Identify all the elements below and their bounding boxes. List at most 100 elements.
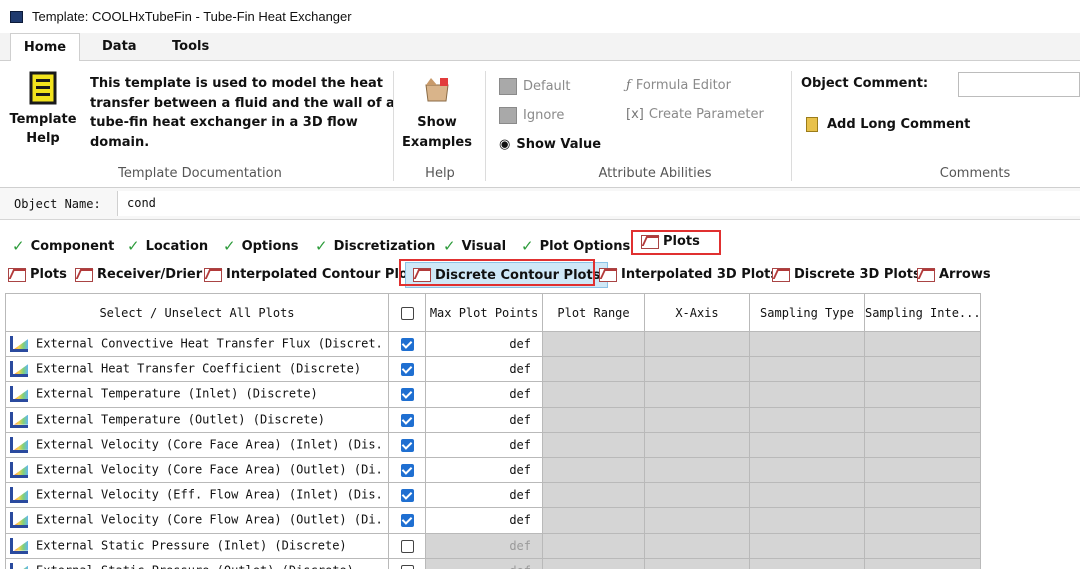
subtab-plots[interactable]: Plots xyxy=(8,267,67,282)
row-checkbox[interactable] xyxy=(400,338,414,352)
tab-component[interactable]: ✓ Component xyxy=(12,237,114,255)
select-cell[interactable] xyxy=(388,557,426,569)
sampling-interval-cell[interactable] xyxy=(864,557,981,569)
ignore-button[interactable]: Ignore xyxy=(499,107,564,124)
x-axis-cell[interactable] xyxy=(644,557,750,569)
tab-discretization[interactable]: ✓ Discretization xyxy=(315,237,435,255)
table-row[interactable]: External Temperature (Outlet) (Discrete)… xyxy=(5,406,981,433)
x-axis-cell[interactable] xyxy=(644,507,750,534)
sampling-type-cell[interactable] xyxy=(749,330,865,358)
table-row[interactable]: External Velocity (Core Flow Area) (Outl… xyxy=(5,507,981,534)
select-cell[interactable] xyxy=(388,381,426,408)
sampling-interval-cell[interactable] xyxy=(864,406,981,433)
template-help-button[interactable]: Template Help xyxy=(8,71,78,161)
plot-range-cell[interactable] xyxy=(542,456,645,484)
sampling-interval-cell[interactable] xyxy=(864,356,981,383)
select-cell[interactable] xyxy=(388,507,426,534)
sampling-type-cell[interactable] xyxy=(749,456,865,484)
max-plot-points-cell[interactable]: def xyxy=(425,557,543,569)
plot-name-cell[interactable]: External Temperature (Outlet) (Discrete) xyxy=(5,406,389,433)
max-plot-points-cell[interactable]: def xyxy=(425,406,543,433)
plot-range-cell[interactable] xyxy=(542,431,645,458)
select-cell[interactable] xyxy=(388,456,426,484)
table-row[interactable]: External Static Pressure (Inlet) (Discre… xyxy=(5,532,981,559)
max-plot-points-cell[interactable]: def xyxy=(425,381,543,408)
tab-tools[interactable]: Tools xyxy=(172,39,209,54)
tab-visual[interactable]: ✓ Visual xyxy=(443,237,506,255)
x-axis-cell[interactable] xyxy=(644,330,750,358)
table-row[interactable]: External Velocity (Eff. Flow Area) (Inle… xyxy=(5,482,981,509)
subtab-arrows[interactable]: Arrows xyxy=(917,267,991,282)
subtab-interpolated-contour-plots[interactable]: Interpolated Contour Plots xyxy=(204,267,422,282)
select-cell[interactable] xyxy=(388,431,426,458)
tab-home[interactable]: Home xyxy=(10,33,80,62)
sampling-type-cell[interactable] xyxy=(749,532,865,559)
x-axis-cell[interactable] xyxy=(644,482,750,509)
plot-range-cell[interactable] xyxy=(542,406,645,433)
plot-name-cell[interactable]: External Velocity (Core Face Area) (Inle… xyxy=(5,431,389,458)
sampling-type-cell[interactable] xyxy=(749,482,865,509)
sampling-type-cell[interactable] xyxy=(749,356,865,383)
subtab-receiver-drier[interactable]: Receiver/Drier xyxy=(75,267,202,282)
tab-location[interactable]: ✓ Location xyxy=(127,237,208,255)
max-plot-points-cell[interactable]: def xyxy=(425,431,543,458)
select-all-checkbox[interactable] xyxy=(400,306,414,320)
sampling-type-cell[interactable] xyxy=(749,431,865,458)
row-checkbox[interactable] xyxy=(400,564,414,569)
plot-name-cell[interactable]: External Static Pressure (Outlet) (Discr… xyxy=(5,557,389,569)
plot-range-cell[interactable] xyxy=(542,507,645,534)
max-plot-points-cell[interactable]: def xyxy=(425,482,543,509)
max-plot-points-cell[interactable]: def xyxy=(425,330,543,358)
sampling-type-cell[interactable] xyxy=(749,507,865,534)
x-axis-cell[interactable] xyxy=(644,532,750,559)
plot-range-cell[interactable] xyxy=(542,532,645,559)
max-plot-points-cell[interactable]: def xyxy=(425,356,543,383)
max-plot-points-cell[interactable]: def xyxy=(425,456,543,484)
x-axis-cell[interactable] xyxy=(644,406,750,433)
plot-name-cell[interactable]: External Static Pressure (Inlet) (Discre… xyxy=(5,532,389,559)
sampling-interval-cell[interactable] xyxy=(864,482,981,509)
subtab-interpolated-3d-plots[interactable]: Interpolated 3D Plots xyxy=(599,267,778,282)
max-plot-points-cell[interactable]: def xyxy=(425,532,543,559)
x-axis-cell[interactable] xyxy=(644,431,750,458)
plot-name-cell[interactable]: External Velocity (Core Face Area) (Outl… xyxy=(5,456,389,484)
table-row[interactable]: External Heat Transfer Coefficient (Disc… xyxy=(5,356,981,383)
x-axis-cell[interactable] xyxy=(644,381,750,408)
select-all-header[interactable]: Select / Unselect All Plots xyxy=(5,293,389,332)
row-checkbox[interactable] xyxy=(400,388,414,402)
row-checkbox[interactable] xyxy=(400,413,414,427)
select-cell[interactable] xyxy=(388,356,426,383)
row-checkbox[interactable] xyxy=(400,438,414,452)
plot-name-cell[interactable]: External Velocity (Eff. Flow Area) (Inle… xyxy=(5,482,389,509)
sampling-interval-cell[interactable] xyxy=(864,507,981,534)
plot-name-cell[interactable]: External Convective Heat Transfer Flux (… xyxy=(5,330,389,358)
tab-plot-options[interactable]: ✓ Plot Options xyxy=(521,237,630,255)
subtab-discrete-3d-plots[interactable]: Discrete 3D Plots xyxy=(772,267,921,282)
table-row[interactable]: External Velocity (Core Face Area) (Outl… xyxy=(5,456,981,484)
row-checkbox[interactable] xyxy=(400,464,414,478)
sampling-interval-cell[interactable] xyxy=(864,330,981,358)
table-row[interactable]: External Velocity (Core Face Area) (Inle… xyxy=(5,431,981,458)
object-name-field[interactable]: cond xyxy=(117,191,1080,216)
row-checkbox[interactable] xyxy=(400,539,414,553)
plot-range-cell[interactable] xyxy=(542,381,645,408)
max-plot-points-cell[interactable]: def xyxy=(425,507,543,534)
plot-range-cell[interactable] xyxy=(542,482,645,509)
formula-editor-button[interactable]: ƒ Formula Editor xyxy=(626,78,731,93)
sampling-interval-cell[interactable] xyxy=(864,532,981,559)
table-row[interactable]: External Static Pressure (Outlet) (Discr… xyxy=(5,557,981,569)
row-checkbox[interactable] xyxy=(400,363,414,377)
tab-data[interactable]: Data xyxy=(102,39,137,54)
x-axis-cell[interactable] xyxy=(644,456,750,484)
sampling-type-cell[interactable] xyxy=(749,557,865,569)
sampling-type-cell[interactable] xyxy=(749,381,865,408)
plot-name-cell[interactable]: External Velocity (Core Flow Area) (Outl… xyxy=(5,507,389,534)
tab-options[interactable]: ✓ Options xyxy=(223,237,299,255)
sampling-type-cell[interactable] xyxy=(749,406,865,433)
plot-name-cell[interactable]: External Temperature (Inlet) (Discrete) xyxy=(5,381,389,408)
x-axis-cell[interactable] xyxy=(644,356,750,383)
show-examples-button[interactable]: Show Examples xyxy=(402,75,472,165)
select-cell[interactable] xyxy=(388,482,426,509)
add-long-comment-button[interactable]: Add Long Comment xyxy=(806,117,970,132)
select-cell[interactable] xyxy=(388,330,426,358)
